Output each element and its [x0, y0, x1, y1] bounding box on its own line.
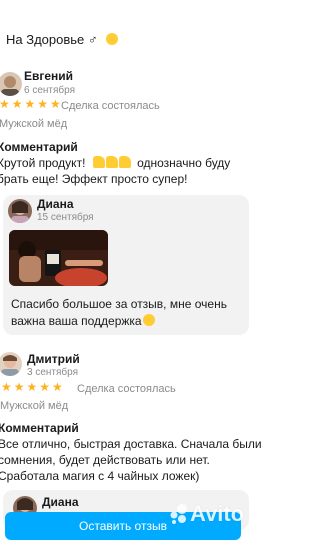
avatar: [0, 352, 22, 376]
avito-watermark: Avito: [168, 501, 244, 527]
comment-text: Крутой продукт! однозначно буду: [0, 155, 230, 172]
rating-stars: ★★★★★: [1, 380, 65, 394]
deal-status: Сделка состоялась: [61, 100, 160, 112]
product-name[interactable]: Мужской мёд: [0, 399, 68, 413]
reply-date: 15 сентября: [37, 212, 94, 223]
comment-title: Комментарий: [0, 421, 79, 435]
avatar: [8, 199, 32, 223]
comment-line: Все отлично, быстрая доставка. Сначала б…: [0, 437, 262, 451]
previous-reply-line: На Здоровье ♂: [6, 32, 98, 47]
reply-line: важна ваша поддержка: [11, 314, 142, 328]
product-name[interactable]: Мужской мёд: [0, 117, 67, 131]
comment-line: однозначно буду: [137, 156, 231, 170]
deal-status: Сделка состоялась: [77, 383, 176, 395]
review-date: 6 сентября: [24, 85, 76, 96]
previous-reply-text: На Здоровье ♂: [6, 31, 119, 48]
rating-stars: ★★★★★: [0, 97, 63, 111]
comment-title: Комментарий: [0, 140, 78, 154]
avito-wordmark: Avito: [190, 501, 245, 526]
comment-line: Сработала магия с 4 чайных ложек): [0, 469, 200, 483]
review-date: 3 сентября: [27, 367, 79, 378]
thumbs-up-icon: [92, 156, 132, 170]
reviewer-name[interactable]: Евгений: [24, 68, 73, 85]
avatar: [0, 72, 22, 96]
reply-photo[interactable]: [9, 230, 108, 286]
smile-emoji-icon: [106, 33, 119, 45]
seller-name[interactable]: Диана: [42, 494, 79, 511]
smile-emoji-icon: [142, 314, 155, 326]
reply-text: важна ваша поддержка: [11, 313, 155, 330]
comment-line: сомнения, будет действовать или нет.: [0, 453, 210, 467]
reply-line: Спасибо большое за отзыв, мне очень: [11, 297, 227, 311]
comment-line: Крутой продукт!: [0, 156, 86, 170]
comment-line: брать еще! Эффект просто супер!: [0, 172, 188, 186]
avito-logo-icon: [170, 504, 187, 524]
